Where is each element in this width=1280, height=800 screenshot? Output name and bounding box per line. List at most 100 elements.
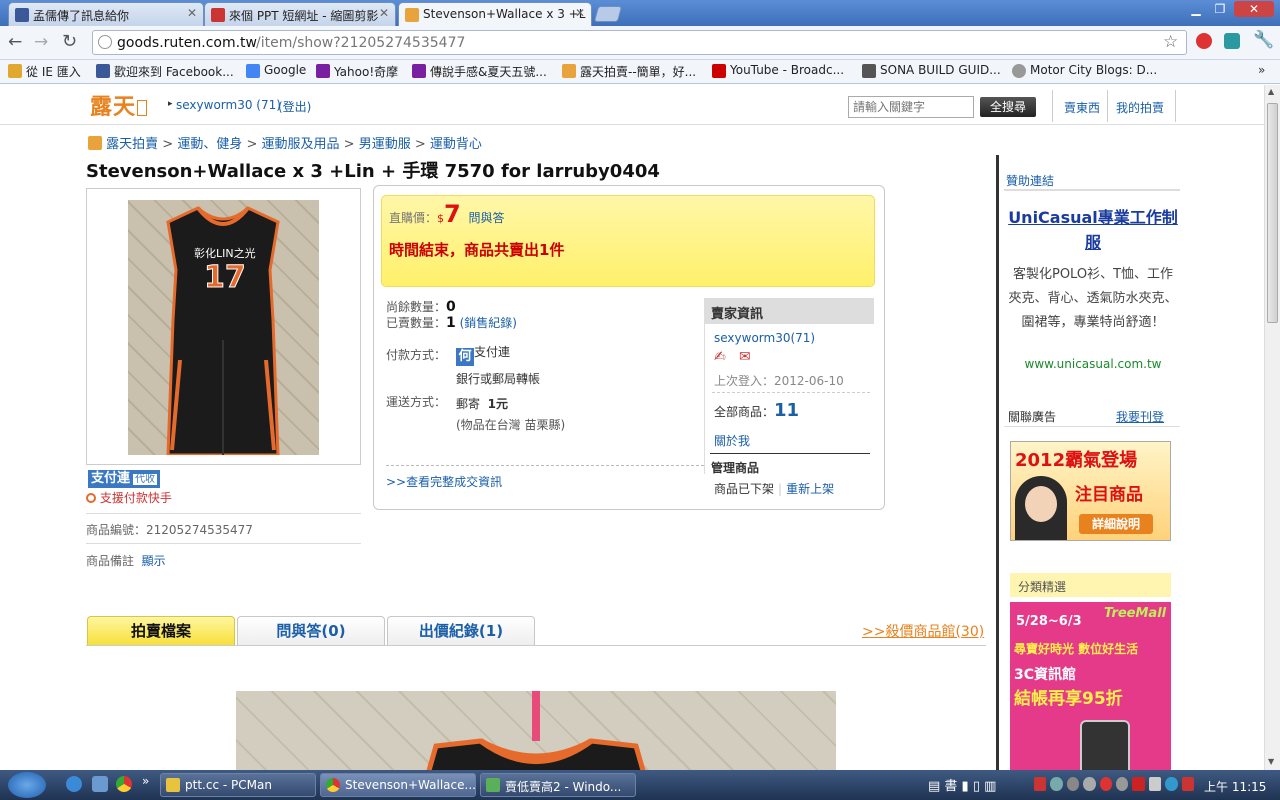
seller-link[interactable]: sexyworm30(71) [714,331,815,345]
banner-ad-1[interactable]: 2012霸氣登場 注目商品 詳細說明 [1010,441,1171,541]
tab-bids[interactable]: 出價紀錄(1) [387,616,535,645]
taskbar-item[interactable]: ptt.cc - PCMan [160,773,316,797]
banner1-button[interactable]: 詳細說明 [1079,514,1153,534]
ad-url-link[interactable]: www.unicasual.com.tw [1008,357,1178,371]
scroll-down-icon[interactable]: ▼ [1268,757,1274,766]
tray-icon[interactable] [1050,777,1063,791]
jersey-illustration [426,691,646,770]
bookmark-item[interactable]: Motor City Blogs: D... [1012,63,1157,78]
maximize-button[interactable]: ❐ [1208,1,1232,17]
about-link[interactable]: 關於我 [714,432,750,449]
explorer-icon[interactable] [92,776,108,792]
close-tab-icon[interactable]: ✕ [575,6,585,20]
page-scrollbar[interactable]: ▲ ▼ [1264,85,1280,770]
search-button[interactable]: 全搜尋 [980,97,1036,117]
breadcrumb-item[interactable]: 運動背心 [430,137,482,152]
search-input[interactable] [848,96,974,118]
taskbar-item[interactable]: 賣低賣高2 - Windo... [480,773,636,797]
mail-icon[interactable]: ✉ [739,349,751,365]
breadcrumb-item[interactable]: 運動服及用品 [262,137,340,152]
close-tab-icon[interactable]: ✕ [379,6,389,20]
chrome-icon[interactable] [116,776,132,792]
start-button[interactable] [8,772,46,798]
banner-ad-2[interactable]: 5/28~6/3 TreeMall 尋寶好時光 數位好生活 3C資訊館 結帳再享… [1010,602,1171,770]
product-title: Stevenson+Wallace x 3 +Lin + 手環 7570 for… [86,161,660,182]
bookmark-item[interactable]: 從 IE 匯入 [8,63,81,80]
browser-tab-1[interactable]: 孟儒傳了訊息給你 ✕ [8,2,204,26]
address-bar[interactable]: goods.ruten.com.tw /item/show?2120527453… [92,30,1187,55]
clock[interactable]: 上午 11:15 [1204,778,1266,795]
my-auctions-link[interactable]: 我的拍賣 [1116,99,1164,116]
tray-icon[interactable] [1066,777,1080,791]
all-items-link[interactable]: 11 [774,400,799,421]
breadcrumb-item[interactable]: 男運動服 [359,137,411,152]
divider [1004,189,1180,191]
wrench-icon[interactable]: 🔧 [1253,30,1274,50]
bookmark-item[interactable]: 露天拍賣--簡單，好... [562,63,696,80]
bookmark-item[interactable]: SONA BUILD GUID... [862,63,1001,78]
ship-label: 運送方式： [386,395,447,409]
extension-icon[interactable] [1196,33,1212,49]
ime-bar[interactable]: ▤ 書 ▮ ▯ ▥ [928,775,1018,795]
back-icon[interactable]: ← [8,32,22,52]
product-image-frame[interactable]: 彰化LIN之光 17 [86,188,361,465]
breadcrumb-item[interactable]: 露天拍賣 [106,137,158,152]
relist-link[interactable]: 重新上架 [786,482,834,496]
bookmark-item[interactable]: Yahoo!奇摩 [316,63,398,80]
taskbar-item[interactable]: Stevenson+Wallace... [320,773,476,797]
show-note-link[interactable]: 顯示 [142,554,166,568]
minimize-button[interactable]: ▁ [1184,1,1208,17]
dot-icon [86,493,96,503]
browser-tab-3[interactable]: Stevenson+Wallace x 3 +L ✕ [398,2,592,27]
ruten-logo[interactable]: 露天 [90,89,152,120]
volume-icon[interactable] [1148,777,1162,791]
tab-auction-file[interactable]: 拍賣檔案 [87,616,235,645]
ie-icon[interactable] [66,776,82,792]
sales-record-link[interactable]: (銷售紀錄) [460,316,517,330]
forward-icon[interactable]: → [34,32,48,52]
youtube-icon [712,64,726,78]
tray-icon[interactable] [1099,777,1113,791]
user-link[interactable]: sexyworm30 (71) [176,98,281,112]
extension-icon[interactable] [1224,33,1240,49]
close-window-button[interactable]: ✕ [1234,1,1274,17]
transactions-link[interactable]: >>查看完整成交資訊 [386,473,502,490]
browser-tab-2[interactable]: 來個 PPT 短網址 - 縮圖剪影 ✕ [204,2,396,26]
tray-icon[interactable] [1116,777,1129,791]
logout-link[interactable]: (登出) [278,98,311,115]
breadcrumb-item[interactable]: 運動、健身 [177,137,242,152]
banner1-face [1025,486,1057,522]
bookmark-item[interactable]: 傳說手感&夏天五號... [412,63,547,80]
scroll-thumb[interactable] [1267,103,1278,323]
qa-link[interactable]: 問與答 [469,211,505,225]
scroll-up-icon[interactable]: ▲ [1268,87,1274,96]
jersey-illustration [166,206,280,455]
bookmark-item[interactable]: Google [246,63,306,78]
tray-icon[interactable] [1034,777,1047,791]
sell-link[interactable]: 賣東西 [1064,99,1100,116]
bookmark-star-icon[interactable]: ☆ [1163,32,1178,52]
bookmark-item[interactable]: YouTube - Broadc... [712,63,844,78]
product-photo: 彰化LIN之光 17 [128,200,319,455]
pay-label: 付款方式： [386,348,447,362]
tray-icon[interactable] [1132,777,1145,791]
bookmark-item[interactable]: 歡迎來到 Facebook... [96,63,234,80]
tray-icon[interactable] [1165,777,1178,791]
quicklaunch-overflow-icon[interactable]: » [142,774,149,788]
ad-title-link[interactable]: UniCasual專業工作制服 [1008,205,1178,255]
tab-qa[interactable]: 問與答(0) [237,616,385,645]
new-tab-button[interactable] [593,6,623,22]
ad-text: 客製化POLO衫、T恤、工作夾克、背心、透氣防水夾克、圍裙等，專業特尚舒適！ [1008,267,1178,330]
taskbar: » ptt.cc - PCMan Stevenson+Wallace... 賣低… [0,770,1280,800]
close-tab-icon[interactable]: ✕ [187,6,197,20]
divider [1004,426,1180,427]
tray-icon[interactable] [1083,777,1096,791]
bookmarks-overflow[interactable]: » [1258,63,1265,77]
divider [1107,90,1108,122]
tray-icon[interactable] [1181,777,1195,791]
bargain-link[interactable]: >>殺價商品館(30) [862,621,984,641]
url-host: goods.ruten.com.tw [117,35,257,51]
post-ad-link[interactable]: 我要刊登 [1116,408,1164,425]
verified-icon: ✍ [714,349,726,365]
reload-icon[interactable]: ↻ [62,31,77,52]
